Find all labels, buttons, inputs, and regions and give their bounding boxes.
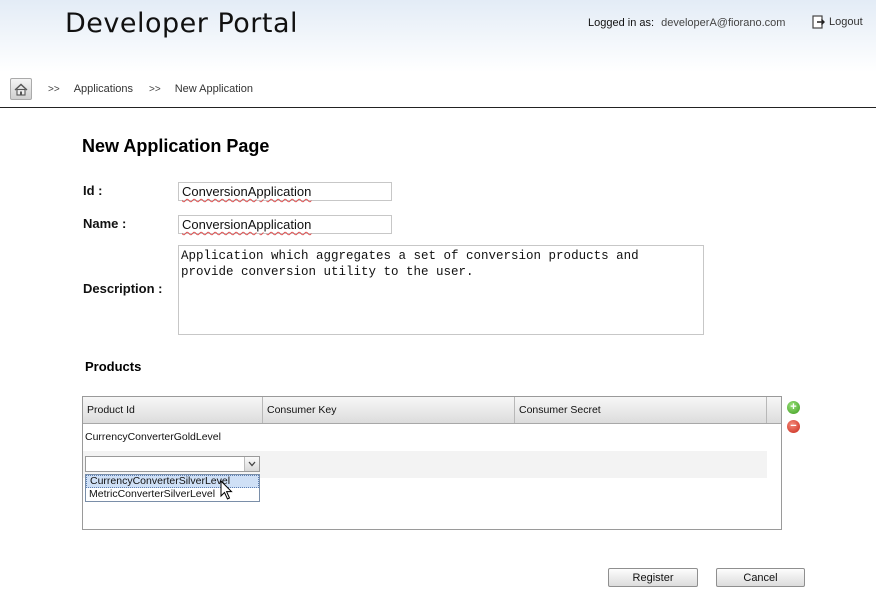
column-consumer-secret[interactable]: Consumer Secret bbox=[515, 397, 767, 423]
logout-icon bbox=[812, 15, 825, 29]
column-spacer bbox=[767, 397, 781, 423]
minus-icon: − bbox=[790, 420, 797, 432]
plus-icon: + bbox=[790, 401, 797, 413]
chevron-down-icon bbox=[248, 461, 256, 467]
mouse-cursor-icon bbox=[220, 480, 233, 500]
logout-label: Logout bbox=[829, 16, 863, 28]
home-button[interactable] bbox=[10, 78, 32, 100]
breadcrumb-separator: >> bbox=[48, 83, 60, 95]
product-select-value bbox=[86, 461, 89, 473]
description-label: Description : bbox=[83, 281, 163, 296]
username: developerA@fiorano.com bbox=[661, 17, 786, 29]
name-field[interactable]: ConversionApplication bbox=[178, 215, 392, 234]
id-field[interactable]: ConversionApplication bbox=[178, 182, 392, 201]
breadcrumb-separator: >> bbox=[149, 83, 161, 95]
add-product-button[interactable]: + bbox=[787, 401, 800, 414]
breadcrumb-new-application: New Application bbox=[174, 83, 253, 95]
logout-link[interactable]: Logout bbox=[812, 15, 863, 29]
logged-in-label: Logged in as: bbox=[588, 17, 655, 29]
name-value: ConversionApplication bbox=[182, 217, 312, 232]
remove-product-button[interactable]: − bbox=[787, 420, 800, 433]
register-button[interactable]: Register bbox=[608, 568, 698, 587]
products-section-title: Products bbox=[85, 359, 142, 374]
product-id-select[interactable] bbox=[85, 456, 260, 472]
cancel-button[interactable]: Cancel bbox=[716, 568, 805, 587]
table-row[interactable]: CurrencyConverterGoldLevel bbox=[85, 431, 221, 443]
app-title: Developer Portal bbox=[65, 8, 299, 39]
column-consumer-key[interactable]: Consumer Key bbox=[263, 397, 515, 423]
description-field[interactable]: Application which aggregates a set of co… bbox=[178, 245, 704, 335]
breadcrumb: >> Applications >> New Application bbox=[10, 78, 253, 100]
name-label: Name : bbox=[83, 216, 127, 231]
logged-in-info: Logged in as: developerA@fiorano.com bbox=[588, 17, 785, 29]
header-divider bbox=[0, 107, 876, 108]
page-title: New Application Page bbox=[82, 136, 270, 156]
home-icon bbox=[14, 83, 28, 96]
products-table: Product Id Consumer Key Consumer Secret … bbox=[82, 396, 782, 530]
id-value: ConversionApplication bbox=[182, 184, 312, 199]
table-header: Product Id Consumer Key Consumer Secret bbox=[83, 397, 781, 424]
column-product-id[interactable]: Product Id bbox=[83, 397, 263, 423]
id-label: Id : bbox=[83, 183, 103, 198]
breadcrumb-applications[interactable]: Applications bbox=[74, 83, 133, 95]
dropdown-toggle[interactable] bbox=[244, 457, 259, 471]
product-id-cell: CurrencyConverterGoldLevel bbox=[85, 431, 221, 443]
